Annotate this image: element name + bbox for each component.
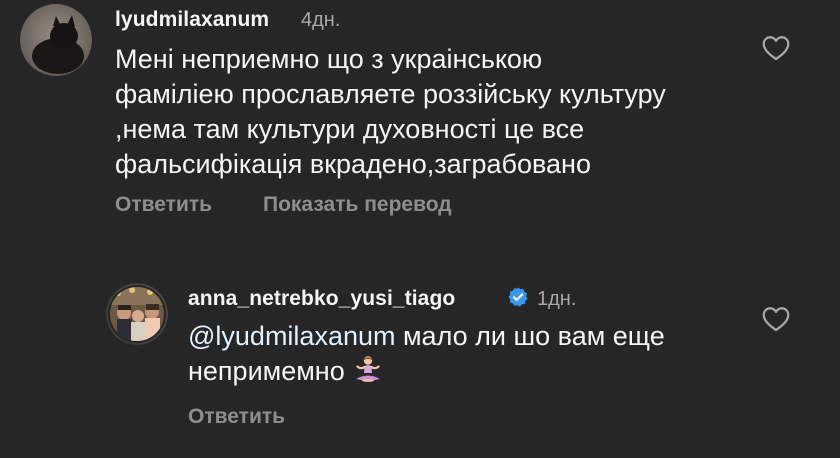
comment-text-line: Мені неприемно що з украiнськoю <box>115 44 543 74</box>
comment-text-line: ,нема там культури духовностi це все <box>115 114 585 144</box>
comment-text-fragment: непримемно <box>188 356 345 386</box>
person-in-lotus-position-icon <box>353 354 383 393</box>
reply-button[interactable]: Ответить <box>188 405 285 429</box>
show-translation-button[interactable]: Показать перевод <box>263 193 452 217</box>
comment-text-line: @lyudmilaxanum мало ли шо вам еще <box>188 319 665 354</box>
comment-text-line: непримемно <box>188 354 665 393</box>
like-heart-icon[interactable] <box>762 306 790 332</box>
verified-badge-icon <box>507 286 529 308</box>
comment-text: Мені неприемно що з украiнськoю фамiлiею… <box>115 42 666 182</box>
comment-text: @lyudmilaxanum мало ли шо вам еще неприм… <box>188 319 665 393</box>
comment-username[interactable]: anna_netrebko_yusi_tiago <box>188 287 455 311</box>
comment-timestamp: 1дн. <box>537 288 577 310</box>
comment-username[interactable]: lyudmilaxanum <box>115 8 269 32</box>
reply-button[interactable]: Ответить <box>115 193 212 217</box>
avatar[interactable] <box>106 283 168 345</box>
mention-link[interactable]: @lyudmilaxanum <box>188 321 395 351</box>
comment-timestamp: 4дн. <box>301 9 341 31</box>
comment-text-line: фамiлiею прославляете роззiйську культур… <box>115 79 666 109</box>
comment-text-line: фальсифiкацiя вкрадено,заграбовано <box>115 149 591 179</box>
like-heart-icon[interactable] <box>762 35 790 61</box>
avatar[interactable] <box>20 4 92 76</box>
comment-text-fragment: мало ли шо вам еще <box>395 321 665 351</box>
